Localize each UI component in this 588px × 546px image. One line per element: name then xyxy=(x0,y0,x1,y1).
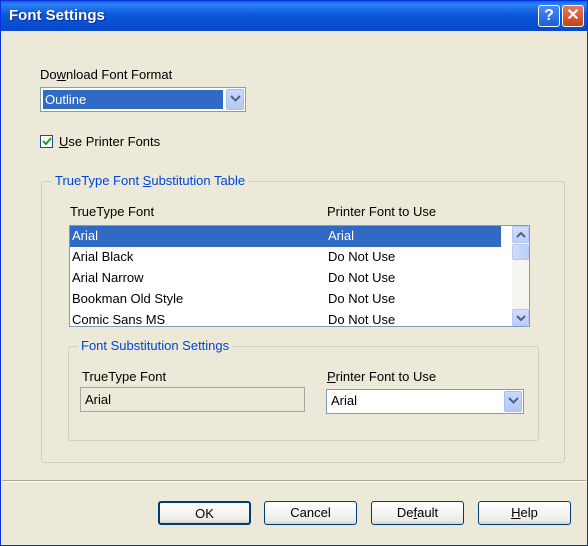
download-format-value: Outline xyxy=(43,90,223,109)
check-icon xyxy=(42,137,52,146)
printer-font-select[interactable]: Arial xyxy=(326,389,524,414)
close-icon: ✕ xyxy=(566,7,580,24)
column-header-printer-font: Printer Font to Use xyxy=(327,204,437,219)
table-row[interactable]: Arial Narrow Do Not Use xyxy=(70,268,501,289)
question-icon: ? xyxy=(544,7,554,24)
cancel-button[interactable]: Cancel xyxy=(264,501,357,525)
ok-button[interactable]: OK xyxy=(158,501,251,525)
chevron-down-icon xyxy=(516,315,526,321)
printer-font-label: Printer Font to Use xyxy=(327,369,437,384)
table-row[interactable]: Bookman Old Style Do Not Use xyxy=(70,289,501,310)
truetype-font-field: Arial xyxy=(80,387,305,412)
chevron-down-icon[interactable] xyxy=(504,391,522,412)
chevron-up-icon xyxy=(516,232,526,238)
use-printer-fonts-checkbox[interactable] xyxy=(40,135,53,148)
font-substitution-list[interactable]: Arial Arial Arial Black Do Not Use Arial… xyxy=(69,225,530,327)
close-button[interactable]: ✕ xyxy=(562,5,584,27)
window-title: Font Settings xyxy=(9,7,105,24)
font-settings-dialog: Font Settings ? ✕ Download Font Format O… xyxy=(0,0,588,546)
table-row[interactable]: Comic Sans MS Do Not Use xyxy=(70,310,501,326)
scroll-up-button[interactable] xyxy=(512,226,529,243)
scroll-down-button[interactable] xyxy=(512,309,529,326)
printer-font-value: Arial xyxy=(331,393,358,408)
default-button[interactable]: Default xyxy=(371,501,464,525)
list-scrollbar[interactable] xyxy=(512,226,529,326)
scroll-thumb[interactable] xyxy=(512,244,529,260)
substitution-table-legend: TrueType Font Substitution Table xyxy=(52,173,249,188)
help-title-button[interactable]: ? xyxy=(538,5,560,27)
table-row[interactable]: Arial Black Do Not Use xyxy=(70,247,501,268)
column-header-truetype: TrueType Font xyxy=(70,204,155,219)
title-bar[interactable]: Font Settings ? ✕ xyxy=(1,1,587,31)
help-button[interactable]: Help xyxy=(478,501,571,525)
substitution-settings-legend: Font Substitution Settings xyxy=(78,338,233,353)
divider xyxy=(2,480,586,482)
chevron-down-icon[interactable] xyxy=(226,89,244,110)
truetype-font-label: TrueType Font xyxy=(82,369,167,384)
table-row[interactable]: Arial Arial xyxy=(70,226,501,247)
download-format-select[interactable]: Outline xyxy=(40,87,246,112)
download-format-label: Download Font Format xyxy=(40,67,173,82)
use-printer-fonts-label[interactable]: Use Printer Fonts xyxy=(59,134,160,149)
